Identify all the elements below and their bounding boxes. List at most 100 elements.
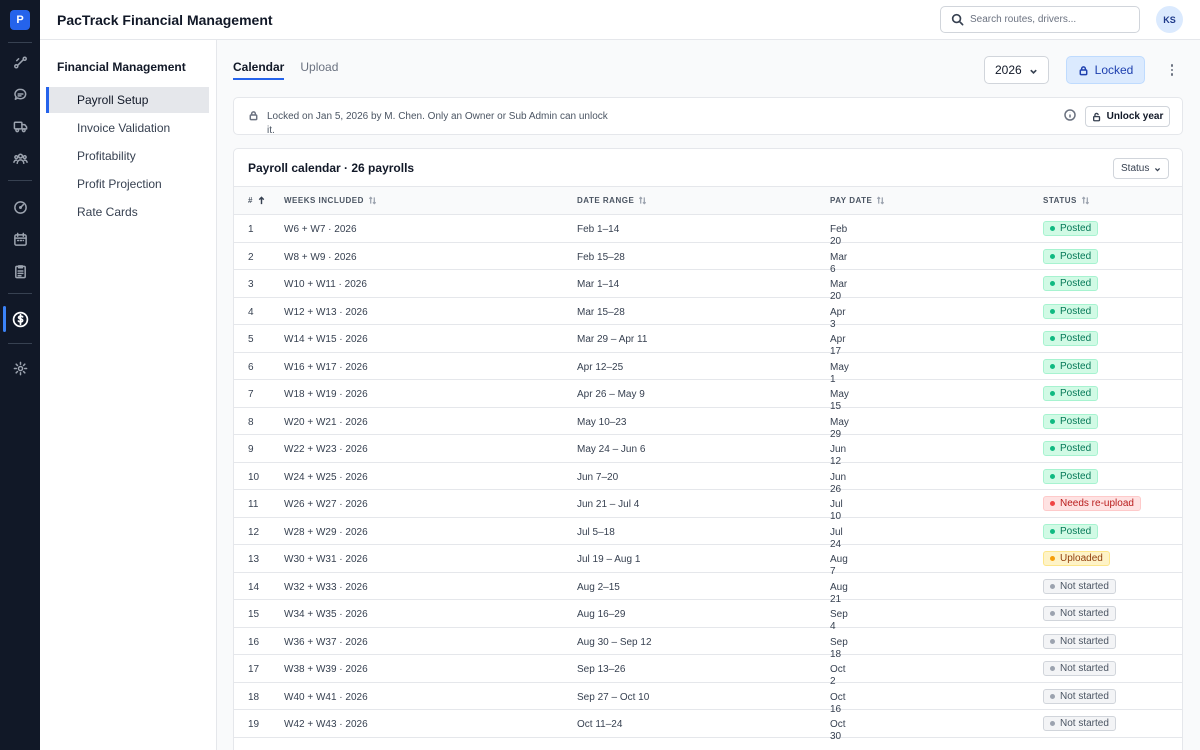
table-row[interactable]: 15 W34 + W35 · 2026 Aug 16–29 Sep 4 Not star… (234, 600, 1182, 632)
more-options-icon[interactable] (1166, 62, 1178, 78)
messages-icon[interactable] (10, 84, 30, 104)
date-range: Sep 27 – Oct 10 (577, 691, 650, 703)
status-label: Uploaded (1060, 553, 1103, 564)
weeks-included: W22 + W23 · 2026 (284, 444, 368, 455)
team-icon[interactable] (10, 148, 30, 168)
subnav-item-profitability[interactable]: Profitability (46, 143, 209, 169)
status-dot (1050, 501, 1055, 506)
status-dot (1050, 528, 1055, 534)
tab-calendar[interactable]: Calendar (233, 60, 285, 80)
status-dot (1050, 583, 1055, 589)
icon-rail: P (0, 0, 40, 750)
subnav-item-payroll-setup[interactable]: Payroll Setup (46, 87, 209, 113)
table-row[interactable]: 11 W26 + W27 · 2026 Jun 21 – Jul 4 Jul 10 Ne… (234, 490, 1182, 522)
truck-icon[interactable] (10, 116, 30, 136)
lock-banner: Locked on Jan 5, 2026 by M. Chen. Only a… (233, 97, 1183, 136)
status-badge: Posted (1043, 221, 1099, 236)
user-avatar[interactable]: KS (1156, 6, 1183, 33)
search-box[interactable] (940, 6, 1140, 33)
status-cell: Not started (1043, 661, 1116, 676)
table-row[interactable]: 9 W22 + W23 · 2026 May 24 – Jun 6 Jun 12 Pos… (234, 435, 1182, 467)
table-row[interactable]: 17 W38 + W39 · 2026 Sep 13–26 Oct 2 Not star… (234, 655, 1182, 687)
locked-button[interactable]: Locked (1066, 56, 1145, 84)
tab-upload[interactable]: Upload (300, 60, 338, 80)
clipboard-icon[interactable] (10, 261, 30, 281)
row-number: 9 (248, 444, 254, 455)
table-row[interactable]: 8 W20 + W21 · 2026 May 10–23 May 29 Posted (234, 408, 1182, 440)
table-row[interactable]: 10 W24 + W25 · 2026 Jun 7–20 Jun 26 Posted (234, 463, 1182, 495)
date-range: Aug 16–29 (577, 609, 626, 620)
lock-icon (249, 111, 258, 121)
table-row[interactable]: 6 W16 + W17 · 2026 Apr 12–25 May 1 Posted (234, 353, 1182, 385)
status-dot (1050, 281, 1055, 286)
row-number: 18 (248, 691, 260, 703)
dashboard-icon[interactable] (10, 197, 30, 217)
date-range: Oct 11–24 (577, 719, 623, 730)
table-row[interactable]: 1 W6 + W7 · 2026 Feb 1–14 Feb 20 Posted (234, 215, 1182, 247)
weeks-included: W8 + W9 · 2026 (284, 251, 357, 263)
status-dot (1050, 308, 1055, 314)
table-row[interactable]: 13 W30 + W31 · 2026 Jul 19 – Aug 1 Aug 7 Upl… (234, 545, 1182, 577)
table-row[interactable]: 18 W40 + W41 · 2026 Sep 27 – Oct 10 Oct 16 N… (234, 683, 1182, 715)
status-dot (1050, 226, 1055, 231)
weeks-included: W40 + W41 · 2026 (284, 691, 368, 703)
financial-subnav: Financial Management Payroll Setup Invoi… (40, 40, 217, 750)
calendar-icon[interactable] (10, 229, 30, 249)
status-label: Not started (1060, 608, 1109, 619)
row-number: 2 (248, 251, 254, 263)
year-select[interactable]: 2026 (984, 56, 1049, 84)
column-header-date-range[interactable]: DATE RANGE (577, 196, 647, 205)
column-header-pay-date[interactable]: PAY DATE (830, 196, 885, 205)
status-badge: Posted (1043, 303, 1099, 319)
settings-icon[interactable] (10, 358, 30, 378)
weeks-included: W32 + W33 · 2026 (284, 581, 368, 593)
routes-icon[interactable] (10, 52, 30, 72)
subnav-item-rate-cards[interactable]: Rate Cards (46, 199, 209, 225)
table-row[interactable]: 3 W10 + W11 · 2026 Mar 1–14 Mar 20 Posted (234, 270, 1182, 302)
table-row[interactable]: 16 W36 + W37 · 2026 Aug 30 – Sep 12 Sep 18 N… (234, 628, 1182, 660)
lock-icon (1079, 65, 1088, 75)
date-range: Mar 1–14 (577, 279, 620, 290)
status-badge: Not started (1043, 688, 1116, 704)
status-cell: Posted (1043, 303, 1099, 319)
table-row[interactable]: 12 W28 + W29 · 2026 Jul 5–18 Jul 24 Posted (234, 518, 1182, 550)
table-row[interactable]: 4 W12 + W13 · 2026 Mar 15–28 Apr 3 Posted (234, 298, 1182, 330)
weeks-included: W20 + W21 · 2026 (284, 416, 368, 428)
info-icon[interactable] (1064, 109, 1076, 121)
dollar-icon[interactable] (10, 309, 30, 329)
date-range: Aug 30 – Sep 12 (577, 636, 652, 648)
subnav-item-profit-projection[interactable]: Profit Projection (46, 171, 209, 197)
status-badge: Not started (1043, 661, 1116, 676)
weeks-included: W34 + W35 · 2026 (284, 609, 368, 620)
column-header-number[interactable]: # (248, 196, 266, 205)
table-row[interactable]: 14 W32 + W33 · 2026 Aug 2–15 Aug 21 Not star… (234, 573, 1182, 605)
active-indicator (3, 306, 6, 332)
chevron-down-icon (1154, 168, 1161, 172)
table-row[interactable]: 2 W8 + W9 · 2026 Feb 15–28 Mar 6 Posted (234, 243, 1182, 275)
date-range: Jun 7–20 (577, 471, 619, 483)
unlock-year-label: Unlock year (1106, 111, 1164, 122)
subnav-item-invoice-validation[interactable]: Invoice Validation (46, 115, 209, 141)
status-cell: Posted (1043, 331, 1099, 346)
column-header-weeks[interactable]: WEEKS INCLUDED (284, 196, 377, 205)
weeks-included: W16 + W17 · 2026 (284, 361, 368, 373)
row-number: 10 (248, 471, 260, 483)
column-header-status[interactable]: STATUS (1043, 196, 1090, 205)
table-row[interactable]: 7 W18 + W19 · 2026 Apr 26 – May 9 May 15 Pos… (234, 380, 1182, 412)
table-row[interactable]: 5 W14 + W15 · 2026 Mar 29 – Apr 11 Apr 17 Po… (234, 325, 1182, 357)
status-filter-dropdown[interactable]: Status (1113, 158, 1169, 179)
row-number: 19 (248, 719, 260, 730)
table-row[interactable]: 19 W42 + W43 · 2026 Oct 11–24 Oct 30 Not sta… (234, 710, 1182, 742)
lock-message: Locked on Jan 5, 2026 by M. Chen. Only a… (267, 111, 608, 136)
weeks-included: W30 + W31 · 2026 (284, 554, 368, 565)
search-input[interactable] (970, 14, 1130, 25)
locked-label: Locked (1094, 63, 1134, 77)
app-logo[interactable]: P (10, 10, 30, 30)
row-number: 13 (248, 554, 260, 565)
row-number: 16 (248, 636, 260, 648)
unlock-year-button[interactable]: Unlock year (1085, 106, 1170, 127)
status-badge: Uploaded (1043, 551, 1110, 566)
date-range: Sep 13–26 (577, 664, 626, 675)
weeks-included: W14 + W15 · 2026 (284, 334, 368, 345)
row-number: 17 (248, 664, 260, 675)
